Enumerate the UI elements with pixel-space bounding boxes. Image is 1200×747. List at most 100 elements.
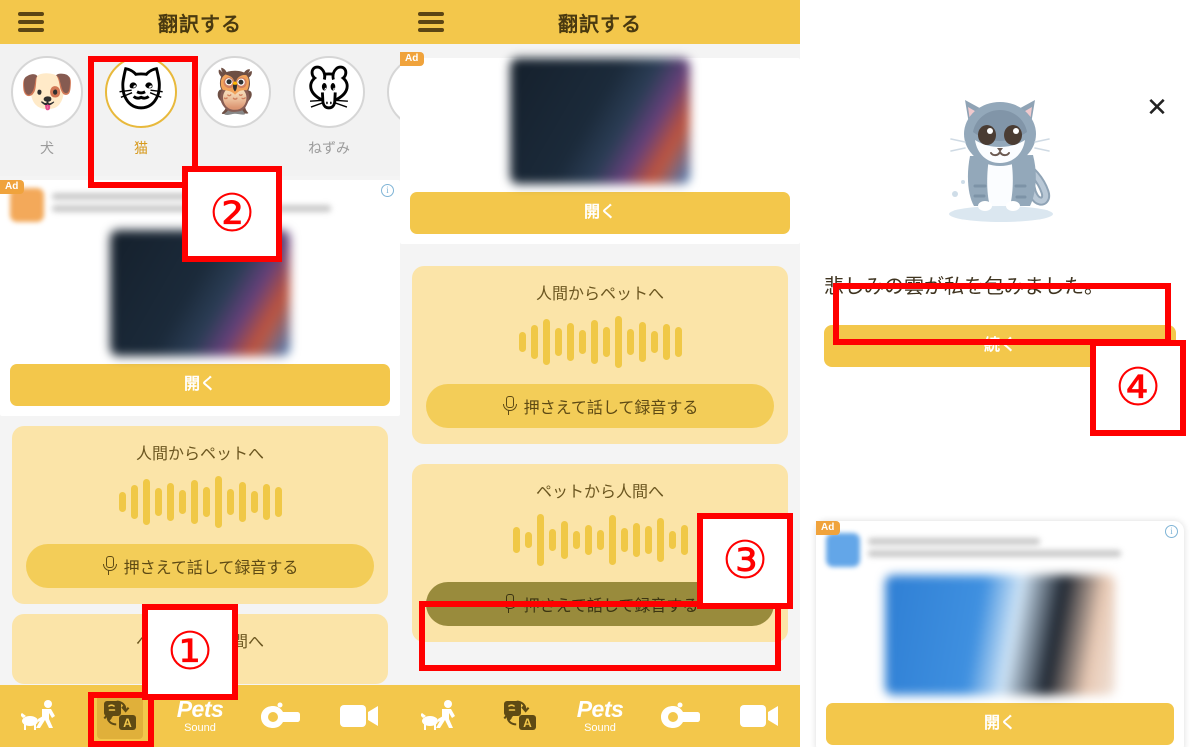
hamburger-icon[interactable] (418, 12, 444, 32)
waveform-bar (638, 322, 646, 362)
page-title: 翻訳する (558, 13, 642, 36)
ad-open-button[interactable]: 開く (10, 364, 390, 406)
pets-sound-logo: Pets Sound (177, 698, 224, 734)
waveform-bar (262, 484, 270, 520)
translate-icon: A (497, 693, 543, 739)
pet-to-human-card-partial: ペットから人間へ (12, 614, 388, 684)
video-camera-icon (337, 693, 383, 739)
sad-gray-cat-illustration (915, 66, 1085, 236)
waveform (426, 312, 774, 372)
tab-training[interactable] (400, 685, 480, 747)
waveform-bar (590, 320, 598, 364)
waveform-bar (118, 492, 126, 512)
ad-image (510, 58, 690, 184)
waveform-bar (632, 523, 640, 557)
ad-text-placeholder (52, 193, 392, 217)
app-header: 翻訳する (400, 0, 800, 44)
animal-item-mouse[interactable]: 🐭 ねずみ (282, 56, 376, 158)
waveform-bar (596, 530, 604, 550)
record-button-human-to-pet[interactable]: 押さえて話して録音する (426, 384, 774, 428)
record-button-label: 押さえて話して録音する (523, 598, 699, 615)
tab-video[interactable] (320, 685, 400, 747)
waveform-bar (608, 515, 616, 565)
animal-selector: 🐶 犬 🐱 猫 🦉 🐭 ねずみ 🐰 (0, 44, 400, 176)
continue-button[interactable]: 続く (824, 325, 1176, 367)
ad-card[interactable]: Ad 開く (400, 52, 800, 244)
app-header: 翻訳する (0, 0, 400, 44)
waveform-bar (202, 487, 210, 517)
waveform-bar (584, 525, 592, 555)
whistle-icon (257, 693, 303, 739)
waveform-bar (166, 483, 174, 521)
waveform-bar (190, 480, 198, 524)
owl-icon: 🦉 (199, 56, 271, 128)
pet-to-human-card: ペットから人間へ 押さえて話して録音する (412, 464, 788, 642)
waveform (26, 472, 374, 532)
page-title: 翻訳する (158, 13, 242, 36)
waveform-bar (250, 491, 258, 513)
ad-badge: Ad (816, 521, 841, 535)
waveform-bar (620, 528, 628, 552)
ad-image (110, 230, 290, 356)
animal-item-owl[interactable]: 🦉 (188, 56, 282, 138)
ad-badge: Ad (400, 52, 425, 66)
animal-item-rabbit[interactable]: 🐰 (376, 56, 400, 138)
translate-icon: A (97, 693, 143, 739)
record-button-pet-to-human[interactable]: 押さえて話して録音する (426, 582, 774, 626)
tab-pets-sound[interactable]: Pets Sound (160, 685, 240, 747)
microphone-icon (502, 396, 517, 416)
ad-card[interactable]: Ad i 開く (0, 180, 400, 416)
waveform-bar (542, 319, 550, 365)
walking-dog-icon (417, 693, 463, 739)
tab-whistle[interactable] (240, 685, 320, 747)
waveform-bar (572, 531, 580, 549)
ad-header (816, 525, 1184, 571)
animal-item-dog[interactable]: 🐶 犬 (0, 56, 94, 158)
pets-logo-main: Pets (576, 696, 624, 722)
waveform-bar (518, 332, 526, 352)
waveform-bar (130, 485, 138, 519)
waveform-bar (530, 325, 538, 359)
tab-whistle[interactable] (640, 685, 720, 747)
tab-video[interactable] (720, 685, 800, 747)
waveform-bar (602, 327, 610, 357)
waveform-bar (644, 526, 652, 554)
ad-card-bottom[interactable]: Ad i 開く (816, 521, 1184, 747)
animal-label: 犬 (40, 140, 54, 156)
waveform-bar (650, 331, 658, 353)
waveform-bar (524, 532, 532, 548)
waveform-bar (512, 527, 520, 553)
record-button-human-to-pet[interactable]: 押さえて話して録音する (26, 544, 374, 588)
tab-pets-sound[interactable]: Pets Sound (560, 685, 640, 747)
animal-label: ねずみ (308, 140, 350, 156)
tab-training[interactable] (0, 685, 80, 747)
tab-translate[interactable]: A (80, 685, 160, 747)
waveform-bar (548, 529, 556, 551)
card-title: ペットから人間へ (535, 484, 664, 501)
whistle-icon (657, 693, 703, 739)
ad-open-button[interactable]: 開く (410, 192, 790, 234)
waveform-bar (656, 518, 664, 562)
waveform-bar (626, 329, 634, 355)
waveform-bar (214, 476, 222, 528)
waveform-bar (578, 330, 586, 354)
pets-logo-sub: Sound (584, 722, 616, 734)
waveform-bar (680, 525, 688, 555)
video-camera-icon (737, 693, 783, 739)
close-icon[interactable]: ✕ (1144, 94, 1170, 120)
walking-dog-icon (17, 693, 63, 739)
bottom-tabbar: A Pets Sound (0, 685, 400, 747)
dog-icon: 🐶 (11, 56, 83, 128)
waveform-bar (238, 482, 246, 522)
pets-logo-sub: Sound (184, 722, 216, 734)
tab-translate[interactable]: A (480, 685, 560, 747)
ad-info-icon[interactable]: i (1165, 525, 1178, 538)
waveform-bar (142, 479, 150, 525)
waveform-bar (668, 531, 676, 549)
human-to-pet-card: 人間からペットへ 押さえて話して録音する (412, 266, 788, 444)
hamburger-icon[interactable] (18, 12, 44, 32)
animal-item-cat[interactable]: 🐱 猫 (94, 56, 188, 158)
card-title: 人間からペットへ (535, 286, 664, 303)
waveform-bar (662, 324, 670, 360)
ad-open-button[interactable]: 開く (826, 703, 1174, 745)
